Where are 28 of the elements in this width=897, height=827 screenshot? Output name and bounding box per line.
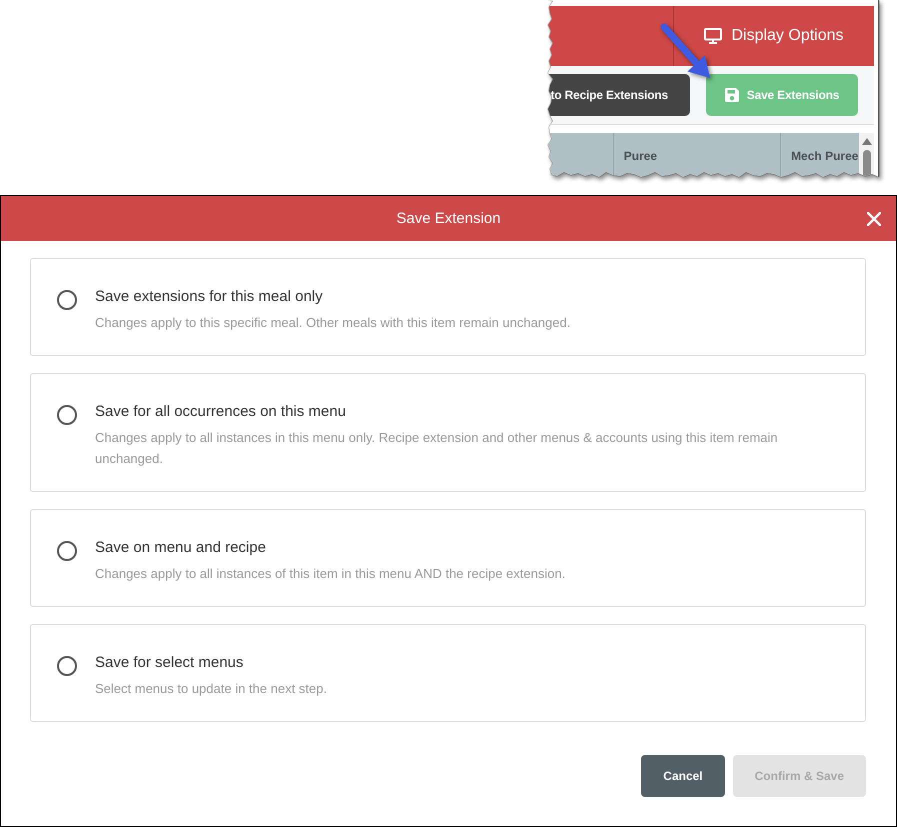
dialog-title: Save Extension [396,210,501,227]
option-description: Changes apply to all instances in this menu only. Recipe extension and other menus & accounts using this item remain unchanged. [95,429,779,468]
option-title: Save extensions for this meal only [95,287,324,307]
cancel-button[interactable]: Cancel [641,755,725,797]
option-title: Save on menu and recipe [95,538,267,558]
radio-button[interactable] [57,290,77,310]
recipe-extensions-button[interactable]: to Recipe Extensions [548,74,690,116]
monitor-icon [704,28,722,44]
column-header: Puree [624,148,658,162]
option-description: Changes apply to this specific meal. Other meals with this item remain unchanged. [95,314,572,332]
radio-button[interactable] [57,656,77,676]
radio-button[interactable] [57,405,77,425]
close-icon [867,212,881,226]
option-title: Save for select menus [95,653,244,673]
up-arrow-icon[interactable] [862,138,872,145]
option-card[interactable]: Save on menu and recipe Changes apply to all instances of this item in this menu AND the recipe extension. [30,509,866,607]
option-description: Select menus to update in the next step. [95,680,328,698]
option-title: Save for all occurrences on this menu [95,402,347,422]
radio-button[interactable] [57,541,77,561]
option-card[interactable]: Save for select menus Select menus to update in the next step. [30,624,866,722]
column-header: Mech Puree [791,148,858,162]
display-options-button[interactable]: Display Options [674,6,874,66]
close-button[interactable] [867,212,881,226]
option-description: Changes apply to all instances of this item in this menu AND the recipe extension. [95,565,566,583]
arrow [660,24,710,78]
option-card[interactable]: Save for all occurrences on this menu Changes apply to all instances in this menu only. Recipe extension and other menus & accounts using this item remain unchanged. [30,373,866,492]
scrollbar-thumb[interactable] [862,150,871,178]
option-card[interactable]: Save extensions for this meal only Changes apply to this specific meal. Other meals with this item remain unchanged. [30,258,866,356]
